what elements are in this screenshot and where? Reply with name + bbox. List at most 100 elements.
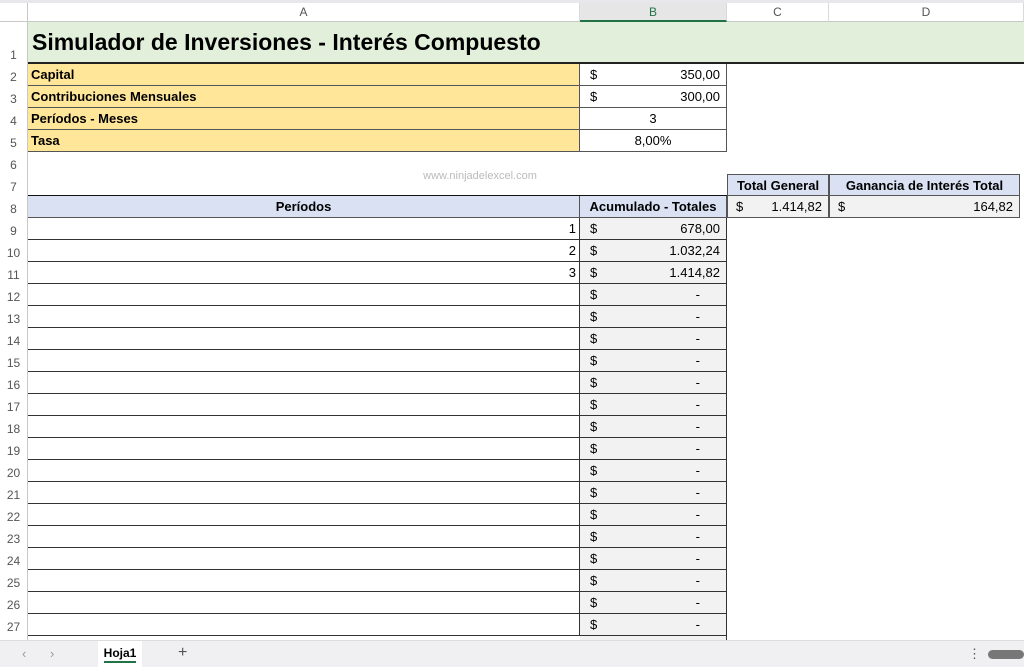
period-cell[interactable] bbox=[28, 504, 580, 526]
currency-symbol: $ bbox=[590, 243, 598, 258]
horizontal-scrollbar[interactable] bbox=[988, 650, 1024, 659]
accumulated-cell[interactable]: $ - bbox=[580, 504, 727, 526]
period-cell[interactable]: 2 bbox=[28, 240, 580, 262]
period-cell[interactable] bbox=[28, 306, 580, 328]
sheet-title[interactable]: Simulador de Inversiones - Interés Compu… bbox=[28, 22, 1024, 64]
accumulated-cell[interactable]: $ - bbox=[580, 284, 727, 306]
accumulated-cell[interactable]: $ - bbox=[580, 438, 727, 460]
add-sheet-button[interactable]: + bbox=[178, 644, 187, 662]
accumulated-cell[interactable]: $ - bbox=[580, 394, 727, 416]
row-header-5[interactable]: 5 bbox=[0, 130, 28, 152]
row-header-2[interactable]: 2 bbox=[0, 64, 28, 86]
period-cell[interactable]: 3 bbox=[28, 262, 580, 284]
more-options-icon[interactable]: ⋮ bbox=[968, 646, 981, 662]
currency-symbol: $ bbox=[590, 551, 598, 566]
period-cell[interactable] bbox=[28, 460, 580, 482]
row-header-17[interactable]: 17 bbox=[0, 394, 28, 416]
accumulated-cell[interactable]: $ - bbox=[580, 614, 727, 636]
column-header-b[interactable]: B bbox=[580, 3, 727, 22]
period-cell[interactable] bbox=[28, 328, 580, 350]
cell-value: - bbox=[695, 441, 700, 456]
accumulated-cell[interactable]: $ - bbox=[580, 328, 727, 350]
row-header-8[interactable]: 8 bbox=[0, 196, 28, 218]
input-label[interactable]: Contribuciones Mensuales bbox=[28, 86, 580, 108]
row-header-21[interactable]: 21 bbox=[0, 482, 28, 504]
period-cell[interactable] bbox=[28, 394, 580, 416]
accumulated-cell[interactable]: $1.414,82 bbox=[580, 262, 727, 284]
period-cell[interactable] bbox=[28, 438, 580, 460]
currency-symbol: $ bbox=[590, 375, 598, 390]
row-header-15[interactable]: 15 bbox=[0, 350, 28, 372]
period-cell[interactable] bbox=[28, 350, 580, 372]
period-cell[interactable] bbox=[28, 482, 580, 504]
input-value[interactable]: 8,00% bbox=[580, 130, 727, 152]
period-cell[interactable] bbox=[28, 284, 580, 306]
row-header-22[interactable]: 22 bbox=[0, 504, 28, 526]
accumulated-cell[interactable]: $ - bbox=[580, 350, 727, 372]
input-label[interactable]: Períodos - Meses bbox=[28, 108, 580, 130]
row-header-18[interactable]: 18 bbox=[0, 416, 28, 438]
input-label[interactable]: Tasa bbox=[28, 130, 580, 152]
interest-total-value[interactable]: $164,82 bbox=[829, 196, 1020, 218]
period-cell[interactable] bbox=[28, 592, 580, 614]
row-header-9[interactable]: 9 bbox=[0, 218, 28, 240]
currency-symbol: $ bbox=[590, 529, 598, 544]
period-cell[interactable] bbox=[28, 372, 580, 394]
row-header-24[interactable]: 24 bbox=[0, 548, 28, 570]
select-all-corner[interactable] bbox=[0, 3, 28, 22]
row-header-27[interactable]: 27 bbox=[0, 614, 28, 636]
row-header-3[interactable]: 3 bbox=[0, 86, 28, 108]
accumulated-cell[interactable]: $ - bbox=[580, 592, 727, 614]
row-header-20[interactable]: 20 bbox=[0, 460, 28, 482]
sheet-tab-hoja1[interactable]: Hoja1 bbox=[98, 641, 142, 667]
scroll-right-icon[interactable]: › bbox=[50, 646, 54, 661]
accumulated-cell[interactable]: $1.032,24 bbox=[580, 240, 727, 262]
row-header-19[interactable]: 19 bbox=[0, 438, 28, 460]
scroll-left-icon[interactable]: ‹ bbox=[22, 646, 26, 661]
row-header-26[interactable]: 26 bbox=[0, 592, 28, 614]
accumulated-cell[interactable]: $ - bbox=[580, 306, 727, 328]
input-value[interactable]: $350,00 bbox=[580, 64, 727, 86]
accumulated-cell[interactable]: $ - bbox=[580, 548, 727, 570]
accumulated-cell[interactable]: $ - bbox=[580, 526, 727, 548]
total-general-header[interactable]: Total General bbox=[727, 174, 829, 196]
row-header-7[interactable]: 7 bbox=[0, 174, 28, 196]
row-header-16[interactable]: 16 bbox=[0, 372, 28, 394]
currency-symbol: $ bbox=[590, 617, 598, 632]
period-cell[interactable] bbox=[28, 526, 580, 548]
row-header-12[interactable]: 12 bbox=[0, 284, 28, 306]
column-header-a[interactable]: A bbox=[28, 3, 580, 22]
total-general-value[interactable]: $1.414,82 bbox=[727, 196, 829, 218]
accumulated-cell[interactable]: $ - bbox=[580, 460, 727, 482]
accumulated-cell[interactable]: $678,00 bbox=[580, 218, 727, 240]
input-value[interactable]: $300,00 bbox=[580, 86, 727, 108]
period-cell[interactable]: 1 bbox=[28, 218, 580, 240]
row-header-1[interactable]: 1 bbox=[0, 22, 28, 64]
period-cell[interactable] bbox=[28, 416, 580, 438]
row-header-10[interactable]: 10 bbox=[0, 240, 28, 262]
row-header-13[interactable]: 13 bbox=[0, 306, 28, 328]
row-header-4[interactable]: 4 bbox=[0, 108, 28, 130]
row-header-23[interactable]: 23 bbox=[0, 526, 28, 548]
row-header-14[interactable]: 14 bbox=[0, 328, 28, 350]
row-header-25[interactable]: 25 bbox=[0, 570, 28, 592]
input-label[interactable]: Capital bbox=[28, 64, 580, 86]
accumulated-cell[interactable]: $ - bbox=[580, 482, 727, 504]
period-cell[interactable] bbox=[28, 614, 580, 636]
column-header-c[interactable]: C bbox=[727, 3, 829, 22]
currency-symbol: $ bbox=[590, 441, 598, 456]
accumulated-cell[interactable]: $ - bbox=[580, 372, 727, 394]
period-cell[interactable] bbox=[28, 570, 580, 592]
cell-value: - bbox=[695, 331, 700, 346]
period-cell[interactable] bbox=[28, 548, 580, 570]
interest-total-header[interactable]: Ganancia de Interés Total bbox=[829, 174, 1020, 196]
input-value[interactable]: 3 bbox=[580, 108, 727, 130]
table-header-acumulado[interactable]: Acumulado - Totales bbox=[580, 196, 727, 218]
row-header-6[interactable]: 6 bbox=[0, 152, 28, 174]
cell-value: - bbox=[695, 397, 700, 412]
table-header-periodos[interactable]: Períodos bbox=[28, 196, 580, 218]
accumulated-cell[interactable]: $ - bbox=[580, 570, 727, 592]
column-header-d[interactable]: D bbox=[829, 3, 1024, 22]
row-header-11[interactable]: 11 bbox=[0, 262, 28, 284]
accumulated-cell[interactable]: $ - bbox=[580, 416, 727, 438]
